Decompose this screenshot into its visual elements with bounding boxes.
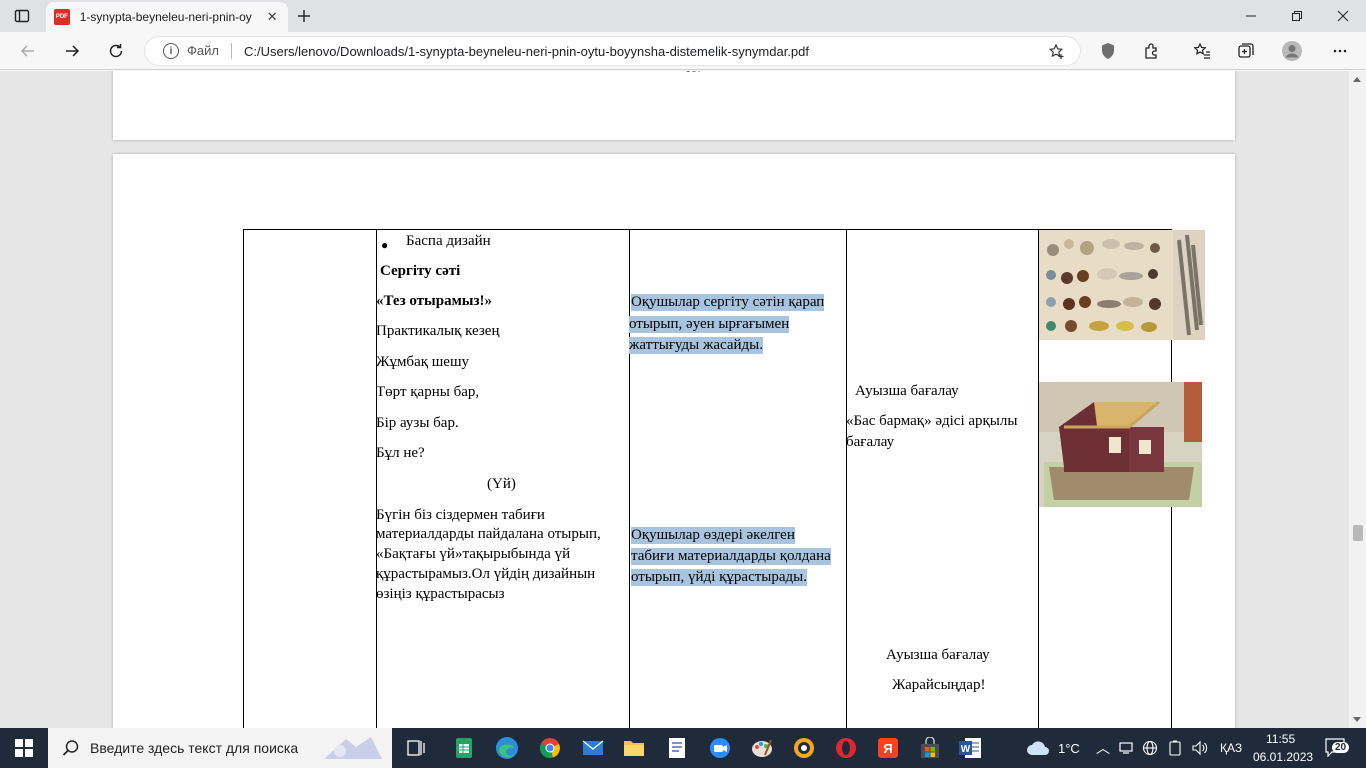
assessment-text: бағалау [846, 434, 895, 450]
text-line: құрастырамыз.Ол үйдің дизайнын [376, 566, 596, 582]
zoom-icon[interactable] [708, 736, 732, 760]
pdf-viewer[interactable]: 107 ● Баспа дизайн Сергіту сәті «Тез оты… [0, 71, 1366, 728]
close-window-icon[interactable] [1320, 0, 1366, 32]
notification-count: 20 [1332, 742, 1350, 753]
edge-browser-icon[interactable] [495, 736, 519, 760]
chrome-icon[interactable] [538, 736, 562, 760]
search-placeholder: Введите здесь текст для поиска [90, 740, 299, 756]
scroll-up-icon[interactable] [1353, 77, 1361, 82]
text-line: өзіңіз құрастырасыз [376, 586, 505, 602]
highlighted-text: Оқушылар сергіту сәтін қарап [631, 294, 825, 311]
heading-text: Сергіту сәті [380, 263, 461, 279]
battery-icon[interactable] [1167, 740, 1183, 756]
new-tab-icon[interactable] [292, 4, 316, 28]
document-icon[interactable] [665, 736, 689, 760]
text-line: Бүгін біз сіздермен табиғи [376, 507, 545, 523]
highlighted-text: табиғи материалдарды қолдана [631, 548, 831, 565]
house-craft-photo [1039, 382, 1202, 507]
highlighted-text: Оқушылар өздері әкелген [631, 527, 795, 544]
browser-toolbar: i Файл C:/Users/lenovo/Downloads/1-synyp… [0, 32, 1366, 70]
assessment-text: Ауызша бағалау [855, 383, 959, 399]
tab-active[interactable]: PDF 1-synypta-beyneleu-neri-pnin-oy ✕ [46, 2, 288, 32]
tab-strip: PDF 1-synypta-beyneleu-neri-pnin-oy ✕ [0, 0, 1366, 32]
search-highlight-icon [324, 737, 382, 759]
forward-icon[interactable] [58, 37, 86, 65]
shield-icon[interactable] [1094, 37, 1122, 65]
info-icon[interactable]: i [163, 43, 179, 59]
table-cell-col1 [243, 229, 377, 728]
yandex-icon[interactable]: Я [876, 736, 900, 760]
opera-icon[interactable] [834, 736, 858, 760]
bullet-item: Баспа дизайн [406, 233, 491, 249]
text-line: Бұл не? [376, 445, 425, 461]
text-line: «Бақтағы үй»тақырыбында үй [376, 546, 571, 562]
praise-text: Жарайсыңдар! [892, 677, 986, 693]
text-line: Бір аузы бар. [376, 415, 459, 431]
activity-title: «Тез отырамыз!» [376, 293, 493, 309]
collections-icon[interactable] [1232, 37, 1260, 65]
tab-actions-icon[interactable] [8, 4, 36, 28]
natural-materials-photo [1039, 230, 1205, 340]
weather-temperature[interactable]: 1°C [1058, 741, 1080, 756]
svg-text:Я: Я [883, 741, 892, 756]
tab-title: 1-synypta-beyneleu-neri-pnin-oy [79, 10, 252, 24]
language-indicator[interactable]: ҚАЗ [1220, 741, 1242, 755]
text-line: Практикалық кезең [376, 323, 500, 339]
mail-icon[interactable] [581, 736, 605, 760]
store-icon[interactable] [918, 736, 942, 760]
vertical-scrollbar[interactable] [1349, 71, 1366, 728]
notifications-icon[interactable]: 20 [1324, 737, 1352, 759]
search-icon [62, 740, 79, 756]
text-line: материалдарды пайдалана отырып, [376, 526, 601, 542]
file-label: Файл [187, 43, 232, 59]
pdf-file-icon: PDF [54, 9, 70, 25]
security-app-icon[interactable] [792, 736, 816, 760]
page-number: 107 [685, 71, 703, 76]
highlighted-text: отырып, үйді құрастырады. [631, 569, 807, 586]
text-line: Төрт қарны бар, [376, 384, 480, 400]
favorites-icon[interactable] [1188, 37, 1216, 65]
task-view-icon[interactable] [404, 736, 428, 760]
assessment-text: Ауызша бағалау [886, 647, 990, 663]
clock-time[interactable]: 11:55 [1266, 732, 1295, 746]
add-favorite-icon[interactable] [1048, 43, 1066, 61]
svg-text:W: W [961, 744, 971, 755]
text-line: Жұмбақ шешу [376, 354, 470, 370]
scroll-down-icon[interactable] [1353, 717, 1361, 722]
paint-icon[interactable] [750, 736, 774, 760]
pdf-page: ● Баспа дизайн Сергіту сәті «Тез отырамы… [113, 154, 1235, 728]
profile-avatar-icon[interactable] [1278, 37, 1306, 65]
highlighted-text: отырып, әуен ырғағымен [629, 316, 790, 333]
taskbar: Введите здесь текст для поиска Я W 1°C ︿… [0, 728, 1366, 768]
bullet-icon: ● [381, 238, 389, 252]
more-options-icon[interactable] [1326, 37, 1354, 65]
minimize-icon[interactable] [1228, 0, 1274, 32]
assessment-text: «Бас бармақ» әдісі арқылы [846, 413, 1018, 429]
scroll-thumb[interactable] [1353, 525, 1363, 541]
riddle-answer: (Үй) [487, 476, 516, 492]
taskbar-search[interactable]: Введите здесь текст для поиска [48, 728, 392, 768]
device-icon[interactable] [1119, 741, 1133, 755]
windows-start-icon[interactable] [0, 728, 48, 768]
extensions-icon[interactable] [1138, 37, 1166, 65]
word-icon[interactable]: W [958, 736, 982, 760]
network-globe-icon[interactable] [1142, 740, 1158, 756]
sheets-app-icon[interactable] [452, 736, 476, 760]
highlighted-text: жаттығуды жасайды. [629, 337, 763, 354]
address-bar[interactable]: i Файл C:/Users/lenovo/Downloads/1-synyp… [144, 36, 1081, 66]
restore-icon[interactable] [1274, 0, 1320, 32]
window-controls [1228, 0, 1366, 32]
tab-close-icon[interactable]: ✕ [264, 9, 280, 25]
clock-date[interactable]: 06.01.2023 [1253, 750, 1313, 764]
back-icon[interactable] [14, 37, 42, 65]
pdf-page-previous: 107 [113, 71, 1235, 140]
refresh-icon[interactable] [102, 37, 130, 65]
show-hidden-icons-icon[interactable]: ︿ [1096, 738, 1110, 758]
weather-cloud-icon[interactable] [1026, 740, 1052, 756]
url-text[interactable]: C:/Users/lenovo/Downloads/1-synypta-beyn… [244, 44, 809, 59]
volume-icon[interactable] [1191, 740, 1209, 756]
file-explorer-icon[interactable] [622, 736, 646, 760]
